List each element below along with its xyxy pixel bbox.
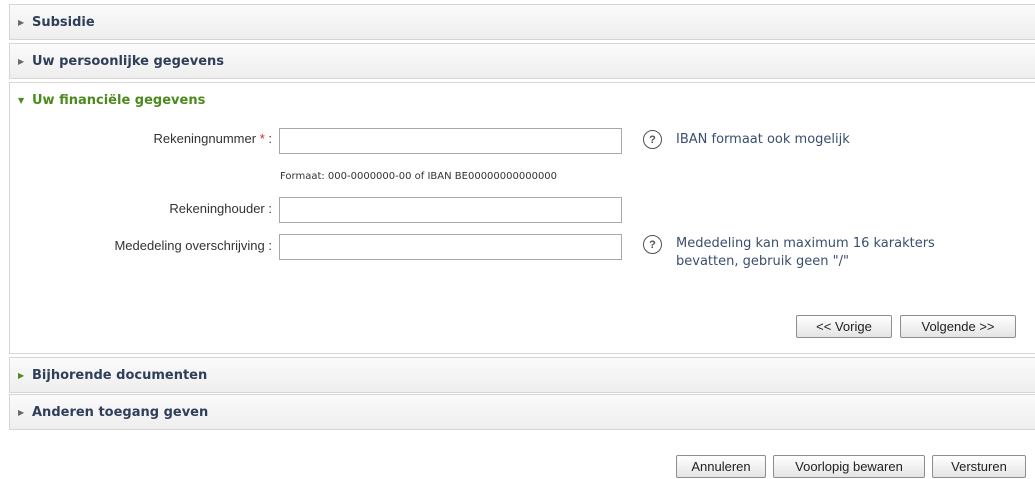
triangle-right-icon: ▶ (18, 370, 25, 380)
rekeninghouder-label: Rekeninghouder : (169, 201, 272, 216)
voorlopig-bewaren-button[interactable]: Voorlopig bewaren (773, 455, 925, 478)
mededeling-input[interactable] (279, 234, 622, 260)
section-header-financieel[interactable]: ▼ Uw financiële gegevens (10, 83, 1035, 117)
mededeling-help-text: Mededeling kan maximum 16 karakters beva… (676, 235, 935, 271)
annuleren-button[interactable]: Annuleren (676, 455, 766, 478)
versturen-button[interactable]: Versturen (932, 455, 1026, 478)
rekeningnummer-label-row: Rekeningnummer * : (10, 131, 272, 146)
rekeningnummer-help-text: IBAN formaat ook mogelijk (676, 132, 850, 147)
rekeningnummer-label: Rekeningnummer (153, 131, 257, 146)
rekeninghouder-input[interactable] (279, 197, 622, 223)
mededeling-help-line1: Mededeling kan maximum 16 karakters (676, 236, 935, 251)
mededeling-label: Mededeling overschrijving : (114, 238, 272, 253)
section-subsidie: ▶ Subsidie (9, 4, 1035, 40)
section-documenten: ▶ Bijhorende documenten (9, 357, 1035, 393)
volgende-button[interactable]: Volgende >> (900, 315, 1016, 338)
section-toegang: ▶ Anderen toegang geven (9, 394, 1035, 430)
format-hint: Formaat: 000-0000000-00 of IBAN BE000000… (280, 171, 558, 182)
triangle-right-icon: ▶ (18, 56, 25, 66)
triangle-right-icon: ▶ (18, 407, 25, 417)
section-persoonlijk: ▶ Uw persoonlijke gegevens (9, 43, 1035, 79)
section-title-persoonlijk: Uw persoonlijke gegevens (32, 53, 225, 69)
section-title-financieel: Uw financiële gegevens (32, 92, 206, 108)
section-title-documenten: Bijhorende documenten (32, 367, 208, 383)
triangle-right-icon: ▶ (18, 17, 25, 27)
mededeling-help-line2: bevatten, gebruik geen "/" (676, 254, 849, 269)
section-header-documenten[interactable]: ▶ Bijhorende documenten (10, 358, 1035, 392)
triangle-down-icon: ▼ (18, 95, 25, 105)
section-header-toegang[interactable]: ▶ Anderen toegang geven (10, 395, 1035, 429)
section-header-persoonlijk[interactable]: ▶ Uw persoonlijke gegevens (10, 44, 1035, 78)
help-icon[interactable]: ? (643, 130, 662, 149)
section-title-subsidie: Subsidie (32, 14, 95, 30)
vorige-button[interactable]: << Vorige (796, 315, 892, 338)
rekeningnummer-input[interactable] (279, 128, 622, 154)
help-icon[interactable]: ? (643, 235, 662, 254)
section-header-subsidie[interactable]: ▶ Subsidie (10, 5, 1035, 39)
section-financieel: ▼ Uw financiële gegevens Rekeningnummer … (9, 82, 1035, 354)
label-colon: : (264, 131, 272, 146)
section-title-toegang: Anderen toegang geven (32, 404, 209, 420)
